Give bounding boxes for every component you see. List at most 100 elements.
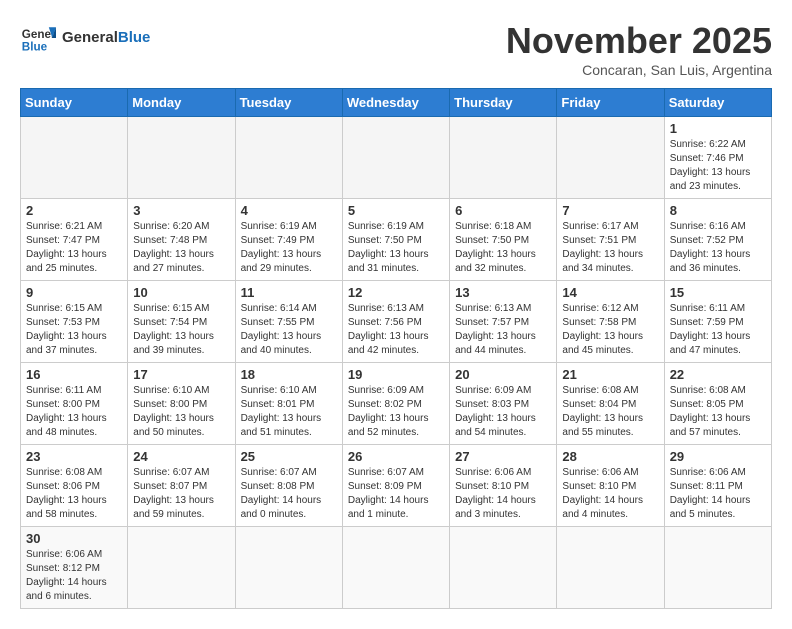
day-number: 4 [241,203,337,218]
calendar-week-1: 2Sunrise: 6:21 AM Sunset: 7:47 PM Daylig… [21,199,772,281]
calendar-cell: 17Sunrise: 6:10 AM Sunset: 8:00 PM Dayli… [128,363,235,445]
calendar-cell: 23 Sunrise: 6:08 AM Sunset: 8:06 PM Dayli… [21,445,128,527]
day-info: Sunrise: 6:12 AM Sunset: 7:58 PM Dayligh… [562,302,658,358]
weekday-header-row: SundayMondayTuesdayWednesdayThursdayFrid… [21,89,772,117]
day-number: 29 [670,449,766,464]
day-info: Sunrise: 6:06 AM Sunset: 8:11 PM Dayligh… [670,466,766,522]
page-header: General Blue GeneralBlue November 2025 C… [20,20,772,78]
logo: General Blue GeneralBlue [20,20,150,56]
day-number: 10 [133,285,229,300]
calendar-cell: 6 Sunrise: 6:18 AM Sunset: 7:50 PM Daylig… [450,199,557,281]
calendar-cell: 10 Sunrise: 6:15 AM Sunset: 7:54 PM Dayli… [128,281,235,363]
calendar-cell: 18 Sunrise: 6:10 AM Sunset: 8:01 PM Dayli… [235,363,342,445]
calendar-week-0: 1Sunrise: 6:22 AM Sunset: 7:46 PM Daylig… [21,117,772,199]
calendar-table: SundayMondayTuesdayWednesdayThursdayFrid… [20,88,772,609]
day-number: 25 [241,449,337,464]
weekday-friday: Friday [557,89,664,117]
weekday-monday: Monday [128,89,235,117]
title-area: November 2025 Concaran, San Luis, Argent… [506,20,772,78]
day-info: Sunrise: 6:11 AM Sunset: 7:59 PM Dayligh… [670,302,766,358]
day-number: 30 [26,531,122,546]
day-info: Sunrise: 6:22 AM Sunset: 7:46 PM Dayligh… [670,138,766,194]
location-subtitle: Concaran, San Luis, Argentina [506,62,772,78]
day-info: Sunrise: 6:20 AM Sunset: 7:48 PM Dayligh… [133,220,229,276]
day-info: Sunrise: 6:19 AM Sunset: 7:50 PM Dayligh… [348,220,444,276]
day-info: Sunrise: 6:17 AM Sunset: 7:51 PM Dayligh… [562,220,658,276]
day-number: 13 [455,285,551,300]
day-number: 16 [26,367,122,382]
calendar-cell: 12 Sunrise: 6:13 AM Sunset: 7:56 PM Dayli… [342,281,449,363]
day-number: 9 [26,285,122,300]
day-info: Sunrise: 6:16 AM Sunset: 7:52 PM Dayligh… [670,220,766,276]
calendar-cell: 21 Sunrise: 6:08 AM Sunset: 8:04 PM Dayli… [557,363,664,445]
day-number: 6 [455,203,551,218]
calendar-cell: 20Sunrise: 6:09 AM Sunset: 8:03 PM Dayli… [450,363,557,445]
weekday-sunday: Sunday [21,89,128,117]
calendar-cell: 11 Sunrise: 6:14 AM Sunset: 7:55 PM Dayli… [235,281,342,363]
calendar-cell: 15 Sunrise: 6:11 AM Sunset: 7:59 PM Dayli… [664,281,771,363]
day-number: 7 [562,203,658,218]
calendar-cell [342,117,449,199]
day-info: Sunrise: 6:08 AM Sunset: 8:05 PM Dayligh… [670,384,766,440]
calendar-cell: 4Sunrise: 6:19 AM Sunset: 7:49 PM Daylig… [235,199,342,281]
calendar-cell: 13 Sunrise: 6:13 AM Sunset: 7:57 PM Dayli… [450,281,557,363]
calendar-cell: 22Sunrise: 6:08 AM Sunset: 8:05 PM Dayli… [664,363,771,445]
day-number: 11 [241,285,337,300]
weekday-tuesday: Tuesday [235,89,342,117]
calendar-cell [557,527,664,609]
day-number: 18 [241,367,337,382]
calendar-cell: 19 Sunrise: 6:09 AM Sunset: 8:02 PM Dayli… [342,363,449,445]
day-number: 28 [562,449,658,464]
day-info: Sunrise: 6:07 AM Sunset: 8:08 PM Dayligh… [241,466,337,522]
calendar-week-5: 30 Sunrise: 6:06 AM Sunset: 8:12 PM Dayli… [21,527,772,609]
calendar-cell [450,527,557,609]
day-number: 14 [562,285,658,300]
day-info: Sunrise: 6:15 AM Sunset: 7:54 PM Dayligh… [133,302,229,358]
day-number: 26 [348,449,444,464]
day-info: Sunrise: 6:14 AM Sunset: 7:55 PM Dayligh… [241,302,337,358]
day-info: Sunrise: 6:08 AM Sunset: 8:06 PM Dayligh… [26,466,122,522]
calendar-cell [450,117,557,199]
calendar-cell: 25 Sunrise: 6:07 AM Sunset: 8:08 PM Dayli… [235,445,342,527]
day-info: Sunrise: 6:10 AM Sunset: 8:01 PM Dayligh… [241,384,337,440]
day-number: 5 [348,203,444,218]
calendar-cell [342,527,449,609]
day-info: Sunrise: 6:06 AM Sunset: 8:10 PM Dayligh… [562,466,658,522]
day-info: Sunrise: 6:09 AM Sunset: 8:02 PM Dayligh… [348,384,444,440]
calendar-cell: 3 Sunrise: 6:20 AM Sunset: 7:48 PM Daylig… [128,199,235,281]
calendar-week-3: 16Sunrise: 6:11 AM Sunset: 8:00 PM Dayli… [21,363,772,445]
calendar-cell: 27Sunrise: 6:06 AM Sunset: 8:10 PM Dayli… [450,445,557,527]
day-number: 21 [562,367,658,382]
day-number: 24 [133,449,229,464]
svg-text:Blue: Blue [22,41,48,54]
calendar-cell: 29 Sunrise: 6:06 AM Sunset: 8:11 PM Dayli… [664,445,771,527]
calendar-cell [21,117,128,199]
day-number: 17 [133,367,229,382]
calendar-week-4: 23 Sunrise: 6:08 AM Sunset: 8:06 PM Dayli… [21,445,772,527]
day-info: Sunrise: 6:13 AM Sunset: 7:56 PM Dayligh… [348,302,444,358]
day-info: Sunrise: 6:18 AM Sunset: 7:50 PM Dayligh… [455,220,551,276]
day-info: Sunrise: 6:06 AM Sunset: 8:12 PM Dayligh… [26,548,122,604]
calendar-cell [235,527,342,609]
logo-general: General [62,29,118,46]
day-number: 27 [455,449,551,464]
calendar-cell: 26 Sunrise: 6:07 AM Sunset: 8:09 PM Dayli… [342,445,449,527]
day-info: Sunrise: 6:08 AM Sunset: 8:04 PM Dayligh… [562,384,658,440]
calendar-cell [235,117,342,199]
calendar-cell [128,527,235,609]
calendar-week-2: 9 Sunrise: 6:15 AM Sunset: 7:53 PM Daylig… [21,281,772,363]
day-info: Sunrise: 6:13 AM Sunset: 7:57 PM Dayligh… [455,302,551,358]
day-info: Sunrise: 6:15 AM Sunset: 7:53 PM Dayligh… [26,302,122,358]
calendar-cell: 30 Sunrise: 6:06 AM Sunset: 8:12 PM Dayli… [21,527,128,609]
calendar-cell: 14 Sunrise: 6:12 AM Sunset: 7:58 PM Dayli… [557,281,664,363]
calendar-cell [557,117,664,199]
day-number: 12 [348,285,444,300]
day-number: 23 [26,449,122,464]
day-number: 19 [348,367,444,382]
day-number: 15 [670,285,766,300]
calendar-body: 1Sunrise: 6:22 AM Sunset: 7:46 PM Daylig… [21,117,772,609]
day-number: 3 [133,203,229,218]
day-number: 8 [670,203,766,218]
day-number: 20 [455,367,551,382]
day-info: Sunrise: 6:07 AM Sunset: 8:09 PM Dayligh… [348,466,444,522]
